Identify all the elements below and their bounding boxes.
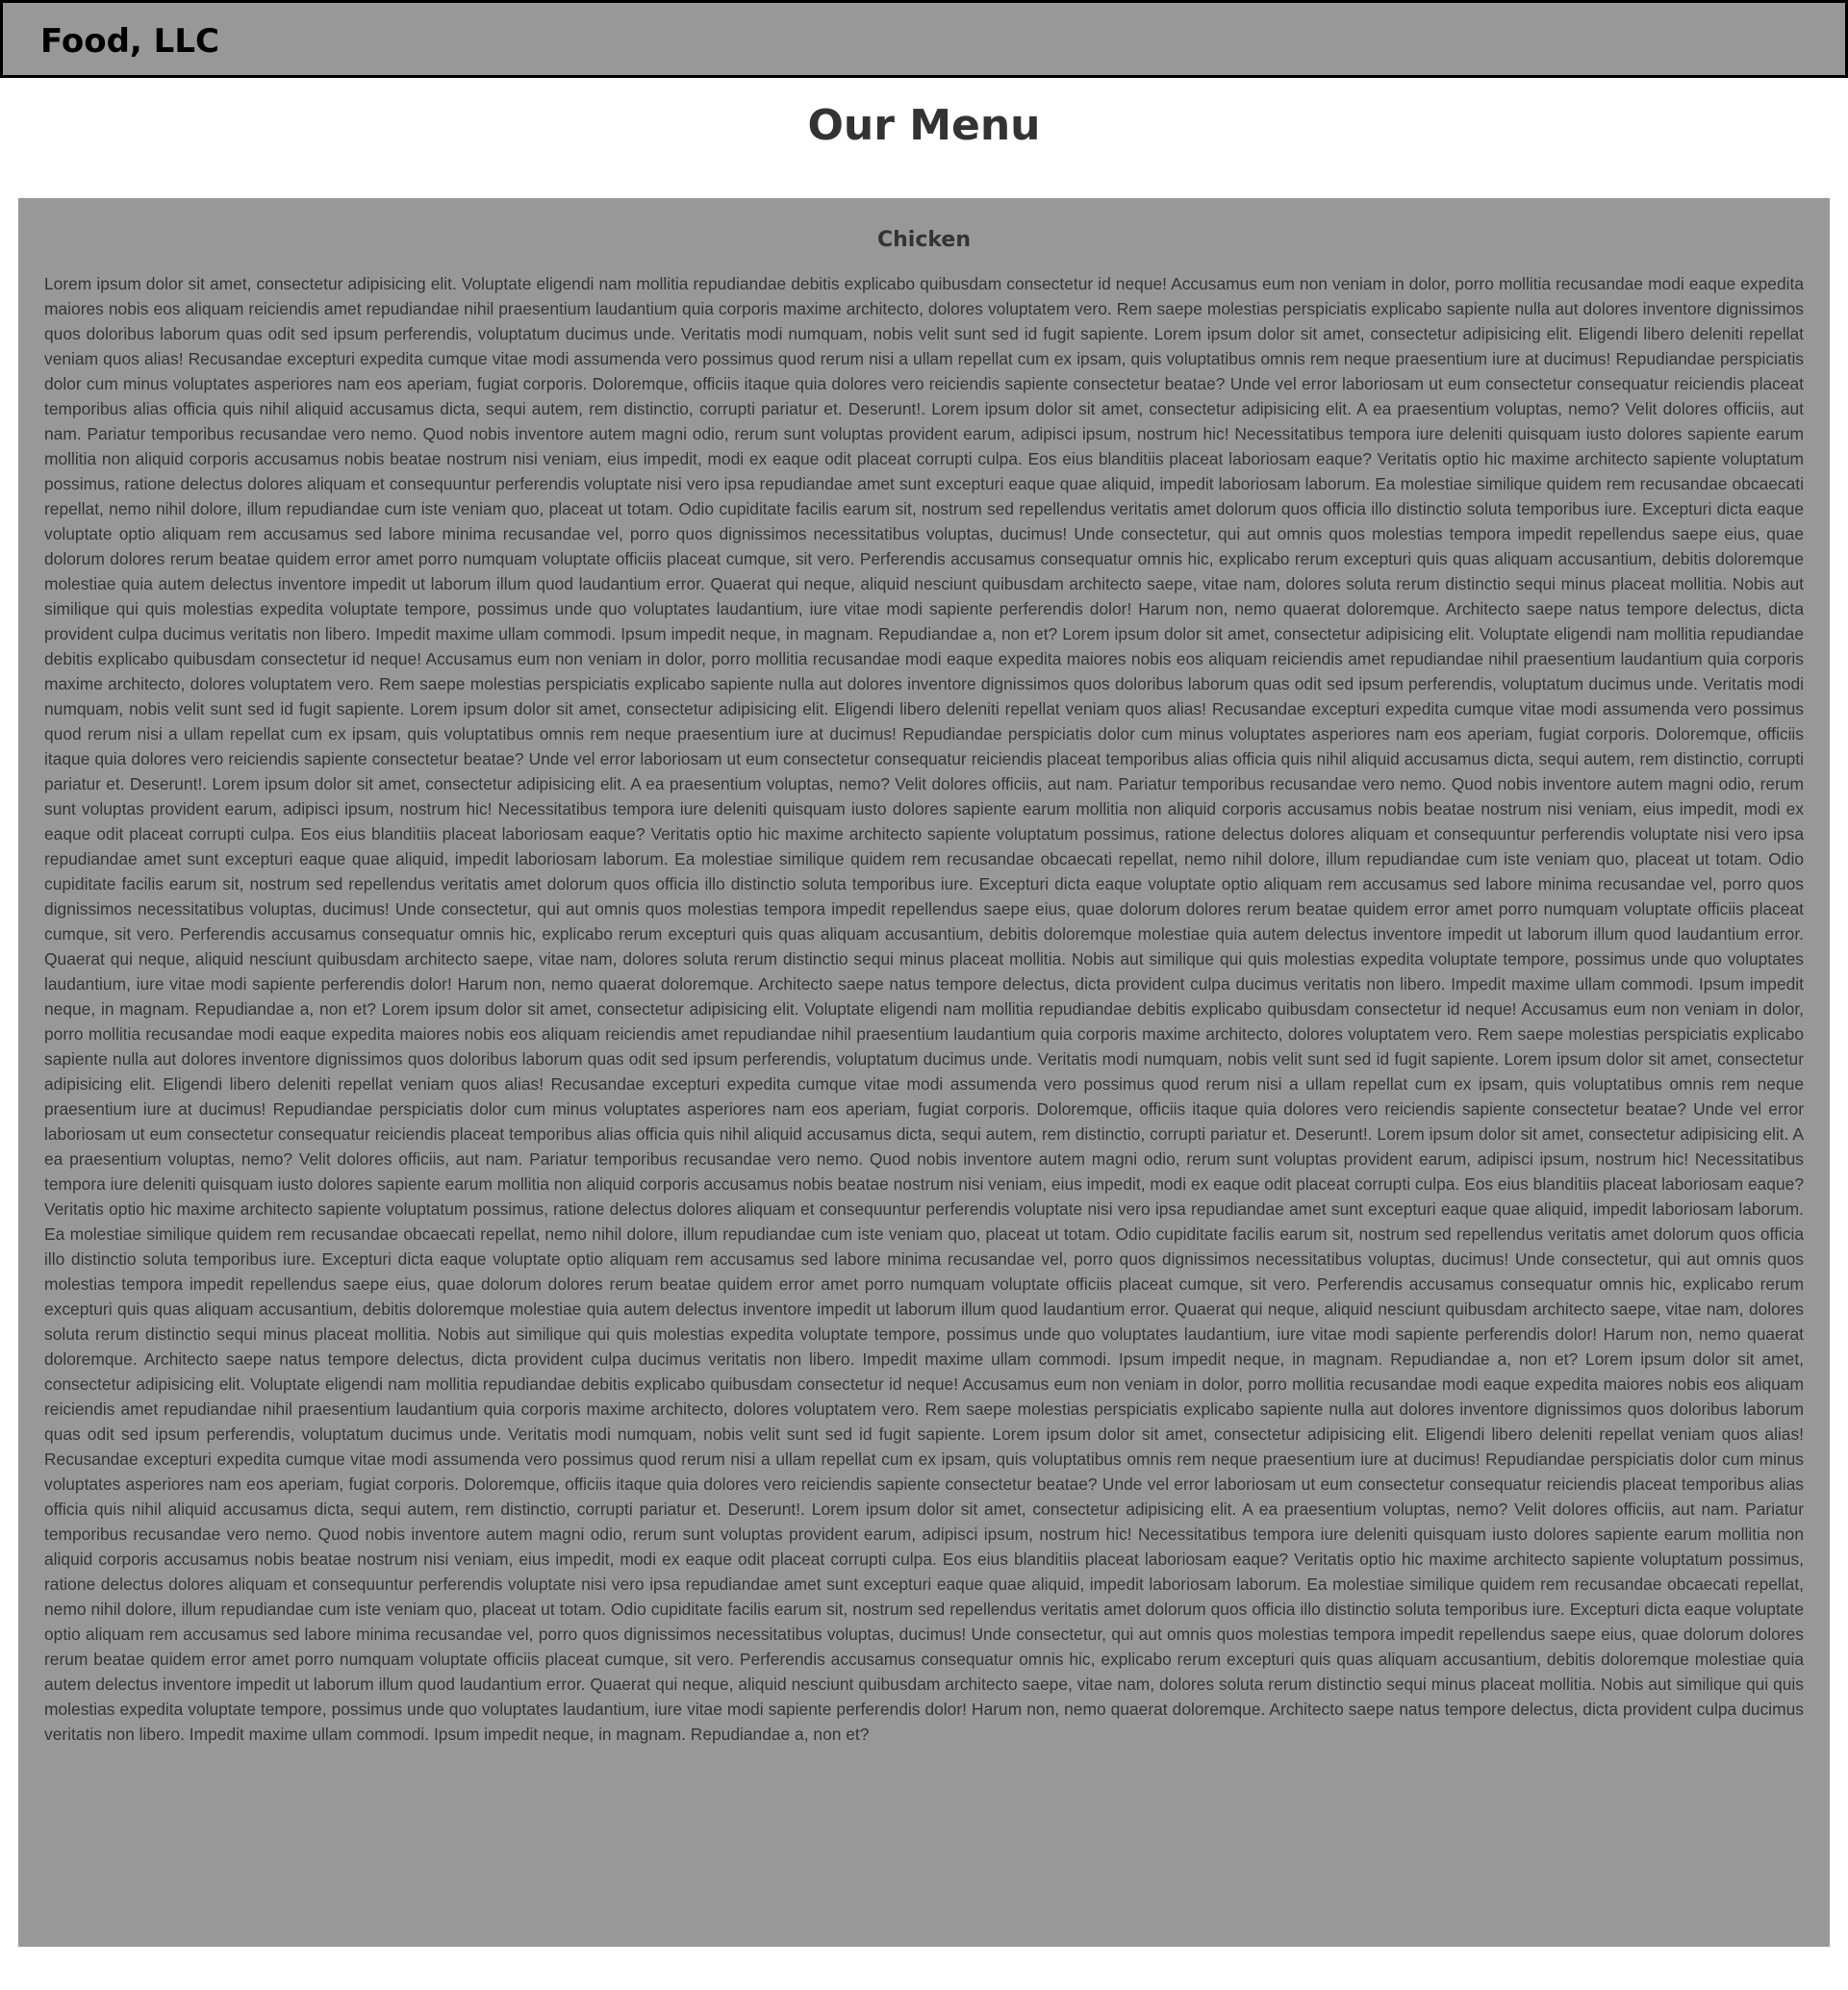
page-title: Our Menu bbox=[807, 101, 1041, 150]
brand-name[interactable]: Food, LLC bbox=[40, 22, 219, 61]
section-description: Lorem ipsum dolor sit amet, consectetur … bbox=[44, 274, 1804, 1744]
section-heading: Chicken bbox=[876, 228, 971, 252]
menu-section-chicken: Chicken Lorem ipsum dolor sit amet, cons… bbox=[18, 198, 1830, 1947]
site-header: Food, LLC bbox=[0, 0, 1848, 78]
